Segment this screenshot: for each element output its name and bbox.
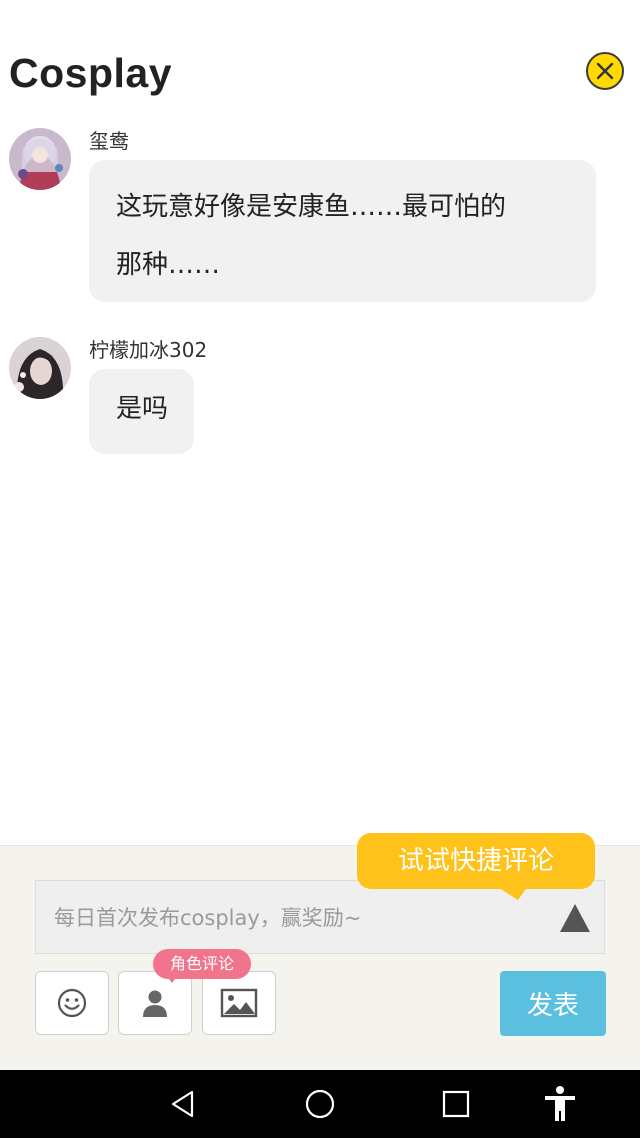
comment-bubble: 是吗 <box>89 369 195 454</box>
expand-button[interactable] <box>558 901 592 935</box>
username[interactable]: 柠檬加冰302 <box>89 334 207 363</box>
comment-text-line: 这玩意好像是安康鱼……最可怕的 <box>116 192 507 222</box>
recents-button[interactable] <box>436 1084 476 1124</box>
home-icon <box>305 1089 335 1119</box>
recents-icon <box>442 1090 470 1118</box>
person-icon <box>143 990 167 1017</box>
avatar[interactable] <box>9 337 71 399</box>
comment-input[interactable] <box>52 881 536 955</box>
system-navbar <box>0 1070 640 1138</box>
send-button[interactable]: 发表 <box>500 971 606 1036</box>
role-comment-button[interactable] <box>118 971 192 1035</box>
back-button[interactable] <box>163 1084 203 1124</box>
comment-composer: 试试快捷评论 角色评论 发表 <box>0 833 640 1071</box>
comment-bubble: 这玩意好像是安康鱼……最可怕的 那种…… <box>89 160 596 302</box>
close-button[interactable] <box>586 52 624 90</box>
username[interactable]: 玺鸯 <box>89 125 129 154</box>
close-icon <box>596 62 614 80</box>
image-icon <box>220 988 258 1018</box>
accessibility-icon <box>545 1086 575 1121</box>
home-button[interactable] <box>300 1084 340 1124</box>
triangle-up-icon <box>560 904 590 932</box>
comment-text-line: 那种…… <box>116 250 221 280</box>
back-icon <box>171 1090 194 1118</box>
quick-comment-tip[interactable]: 试试快捷评论 <box>357 833 595 889</box>
page-title: Cosplay <box>9 50 172 96</box>
emoji-icon <box>57 988 87 1018</box>
badge-tail <box>166 975 178 983</box>
accessibility-button[interactable] <box>540 1084 580 1124</box>
avatar[interactable] <box>9 128 71 190</box>
emoji-button[interactable] <box>35 971 109 1035</box>
image-button[interactable] <box>202 971 276 1035</box>
